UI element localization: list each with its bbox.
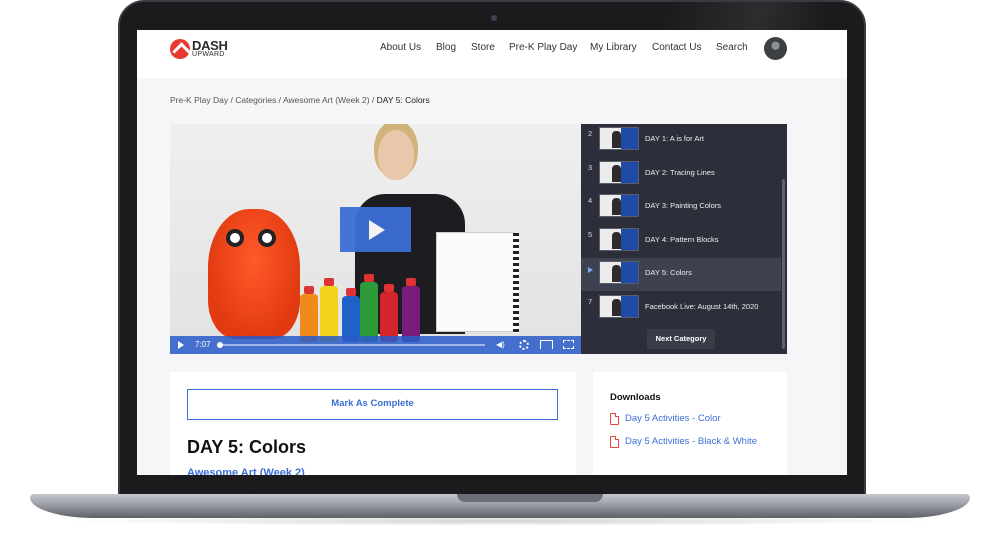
video-player[interactable]: 7:07 ◀) — [170, 124, 581, 354]
logo-arrow-icon — [170, 39, 190, 59]
site-header: DASH UPWARD About Us Blog Store Pre-K Pl… — [137, 30, 847, 78]
laptop-base — [30, 494, 970, 518]
downloads-heading: Downloads — [610, 392, 661, 403]
playlist-item-title: DAY 5: Colors — [645, 268, 692, 277]
playlist-item-number: 5 — [588, 230, 593, 239]
user-avatar[interactable] — [764, 37, 787, 60]
site-logo[interactable]: DASH UPWARD — [170, 38, 228, 60]
playlist-item-title: DAY 1: A is for Art — [645, 134, 704, 143]
download-label: Day 5 Activities - Black & White — [625, 436, 757, 447]
playlist-panel: 2 DAY 1: A is for Art 3 DAY 2: Tracing L… — [581, 124, 787, 354]
nav-search[interactable]: Search — [716, 42, 748, 53]
lid-reflection — [664, 2, 824, 32]
breadcrumb: Pre-K Play Day / Categories / Awesome Ar… — [170, 95, 430, 105]
playlist-item[interactable]: 3 DAY 2: Tracing Lines — [581, 158, 781, 191]
lesson-title: DAY 5: Colors — [187, 437, 307, 457]
puppet-eye — [258, 229, 276, 247]
playlist-thumbnail — [599, 127, 639, 150]
nav-store[interactable]: Store — [471, 42, 495, 53]
breadcrumb-categories[interactable]: Categories — [235, 95, 276, 105]
playlist-thumbnail — [599, 161, 639, 184]
playlist-item-active[interactable]: DAY 5: Colors — [581, 258, 781, 291]
logo-wordmark: DASH UPWARD — [192, 37, 228, 59]
progress-scrubber[interactable] — [217, 342, 485, 348]
playlist-item-number: 3 — [588, 163, 593, 172]
presenter-head — [378, 130, 414, 180]
download-link[interactable]: Day 5 Activities - Black & White — [610, 436, 785, 450]
volume-icon[interactable]: ◀) — [496, 340, 506, 349]
puppet-eye — [226, 229, 244, 247]
mark-complete-button[interactable]: Mark As Complete — [187, 389, 558, 420]
playlist-item-number: 4 — [588, 196, 593, 205]
nav-pre-k-play-day[interactable]: Pre-K Play Day — [509, 42, 577, 53]
logo-dash: DASH — [192, 37, 228, 53]
nav-about-us[interactable]: About Us — [380, 42, 421, 53]
settings-gear-icon[interactable] — [519, 340, 529, 350]
nav-my-library[interactable]: My Library — [590, 42, 637, 53]
playlist-item-title: DAY 2: Tracing Lines — [645, 168, 715, 177]
logo-upward: UPWARD — [192, 50, 225, 58]
laptop-notch — [457, 494, 603, 502]
breadcrumb-separator: / — [369, 95, 377, 105]
paint-bottle — [402, 278, 420, 342]
airplay-icon[interactable] — [540, 340, 553, 349]
breadcrumb-awesome-art[interactable]: Awesome Art (Week 2) — [283, 95, 370, 105]
download-label: Day 5 Activities - Color — [625, 413, 721, 424]
browser-screen: DASH UPWARD About Us Blog Store Pre-K Pl… — [137, 30, 847, 475]
paint-bottle — [360, 274, 378, 342]
breadcrumb-current: DAY 5: Colors — [376, 95, 430, 105]
download-link[interactable]: Day 5 Activities - Color — [610, 413, 785, 427]
breadcrumb-pre-k-play-day[interactable]: Pre-K Play Day — [170, 95, 228, 105]
playlist-thumbnail — [599, 261, 639, 284]
lesson-panel: Mark As Complete DAY 5: Colors Awesome A… — [170, 372, 576, 475]
play-button[interactable] — [340, 207, 411, 252]
pdf-icon — [610, 436, 619, 448]
mixing-colors-board — [436, 232, 519, 333]
paint-bottle — [300, 286, 318, 342]
lesson-category-link[interactable]: Awesome Art (Week 2) — [187, 467, 305, 475]
video-controls: 7:07 ◀) — [170, 336, 581, 354]
orange-puppet — [208, 209, 300, 339]
playlist-item-title: DAY 4: Pattern Blocks — [645, 235, 719, 244]
paint-bottle — [380, 284, 398, 342]
playlist-item[interactable]: 2 DAY 1: A is for Art — [581, 124, 781, 157]
video-time: 7:07 — [195, 340, 211, 349]
playlist-item-number: 7 — [588, 297, 593, 306]
fullscreen-icon[interactable] — [563, 340, 574, 349]
playlist-item-number: 2 — [588, 129, 593, 138]
now-playing-icon — [588, 267, 593, 273]
pdf-icon — [610, 413, 619, 425]
playlist-thumbnail — [599, 295, 639, 318]
playlist-item[interactable]: 7 Facebook Live: August 14th, 2020 — [581, 292, 781, 325]
next-category-button[interactable]: Next Category — [647, 329, 715, 349]
playlist-item[interactable]: 4 DAY 3: Painting Colors — [581, 191, 781, 224]
playlist-thumbnail — [599, 194, 639, 217]
playlist-item-title: Facebook Live: August 14th, 2020 — [645, 302, 759, 311]
play-icon[interactable] — [178, 341, 184, 349]
board-binding — [513, 233, 519, 333]
nav-contact-us[interactable]: Contact Us — [652, 42, 701, 53]
downloads-panel: Downloads Day 5 Activities - Color Day 5… — [593, 372, 787, 475]
paint-bottle — [320, 278, 338, 342]
playlist-thumbnail — [599, 228, 639, 251]
webcam-icon — [491, 15, 497, 21]
nav-blog[interactable]: Blog — [436, 42, 456, 53]
playlist-scrollbar[interactable] — [782, 179, 785, 349]
breadcrumb-separator: / — [276, 95, 283, 105]
playlist-item[interactable]: 5 DAY 4: Pattern Blocks — [581, 225, 781, 258]
playlist-item-title: DAY 3: Painting Colors — [645, 201, 722, 210]
